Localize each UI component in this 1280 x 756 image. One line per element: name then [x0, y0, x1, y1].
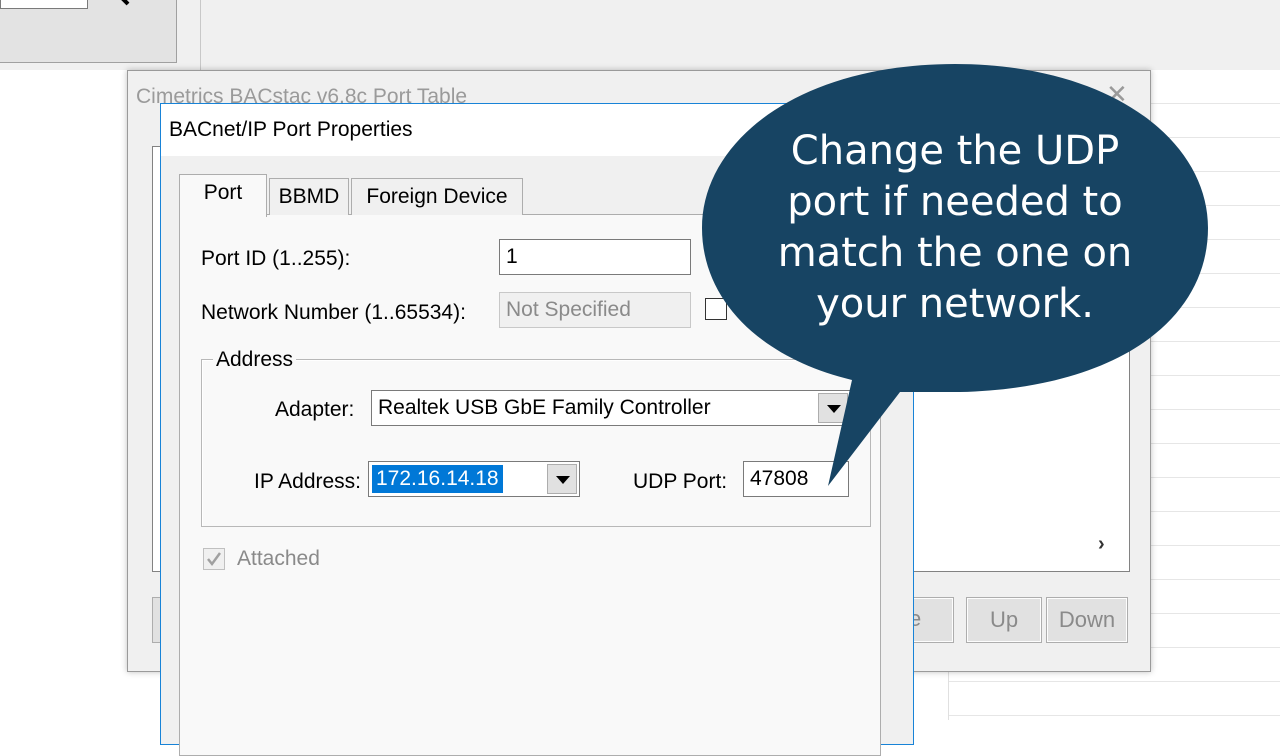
- network-number-label: Network Number (1..65534):: [201, 301, 466, 324]
- attached-label: Attached: [237, 547, 320, 570]
- port-id-label: Port ID (1..255):: [201, 247, 351, 270]
- address-group-label: Address: [213, 348, 297, 372]
- callout-text: Change the UDP port if needed to match t…: [760, 126, 1150, 330]
- down-button[interactable]: Down: [1046, 597, 1128, 643]
- adapter-select[interactable]: Realtek USB GbE Family Controller: [371, 390, 851, 426]
- callout-line: Change the UDP: [790, 128, 1120, 174]
- adapter-dropdown-button[interactable]: [818, 393, 848, 423]
- tab-bbmd[interactable]: BBMD: [269, 178, 349, 215]
- ip-address-select[interactable]: 172.16.14.18: [368, 461, 580, 497]
- checkmark-icon: [207, 552, 222, 567]
- background-left-panel: [0, 0, 177, 63]
- dialog-title: BACnet/IP Port Properties: [169, 118, 413, 141]
- chevron-down-icon: [827, 405, 841, 413]
- port-id-field[interactable]: 1: [499, 239, 691, 275]
- chevron-down-icon: [556, 476, 570, 484]
- adapter-value: Realtek USB GbE Family Controller: [378, 396, 711, 419]
- tab-port[interactable]: Port: [179, 174, 267, 217]
- callout-line: match the one on: [777, 230, 1133, 276]
- scroll-right-icon[interactable]: ›: [1098, 533, 1105, 556]
- callout-line: your network.: [816, 281, 1094, 327]
- search-icon[interactable]: [112, 0, 138, 8]
- network-number-field[interactable]: Not Specified: [499, 292, 691, 328]
- udp-port-label: UDP Port:: [633, 470, 728, 493]
- ip-address-dropdown-button[interactable]: [547, 464, 577, 494]
- callout-line: port if needed to: [787, 179, 1123, 225]
- up-button[interactable]: Up: [966, 597, 1042, 643]
- address-group: [201, 359, 871, 527]
- adapter-label: Adapter:: [275, 398, 355, 421]
- background-search-input[interactable]: [0, 0, 88, 9]
- close-icon[interactable]: ✕: [1106, 79, 1128, 110]
- ip-address-value: 172.16.14.18: [372, 465, 503, 493]
- udp-port-field[interactable]: 47808: [743, 461, 849, 497]
- tab-foreign-device[interactable]: Foreign Device: [351, 178, 523, 215]
- ip-address-label: IP Address:: [254, 470, 362, 493]
- attached-checkbox[interactable]: [203, 548, 225, 570]
- background-header-strip: [200, 0, 1280, 70]
- network-number-checkbox[interactable]: [705, 298, 727, 320]
